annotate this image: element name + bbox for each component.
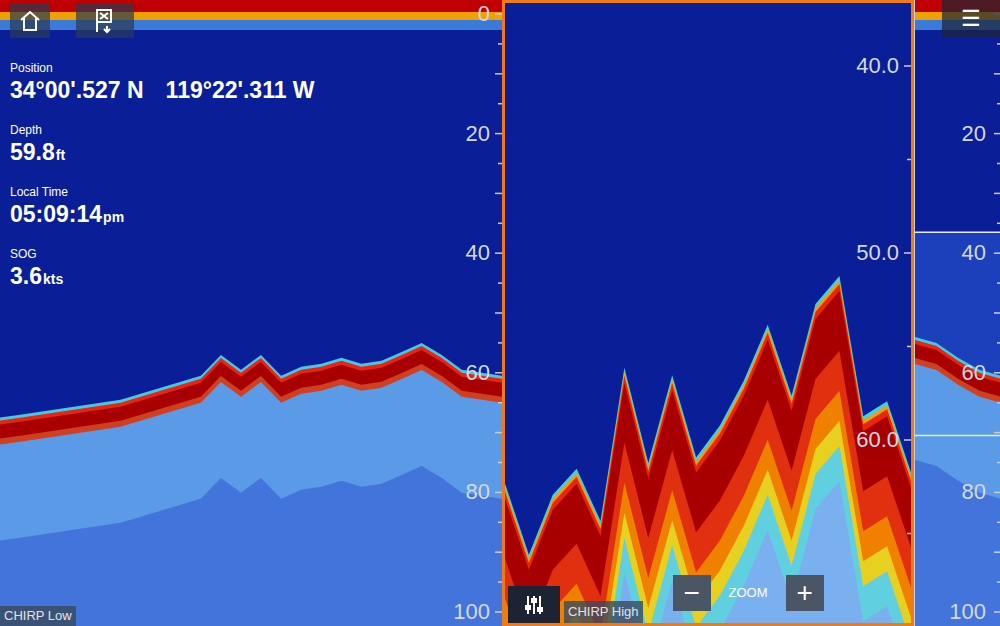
readout-value: 05:09:14 (10, 200, 102, 228)
readout-value: 59.8ft (10, 138, 315, 166)
home-button[interactable] (10, 4, 50, 38)
bottom-profile (0, 343, 502, 626)
readout-value: 34°00'.527 N 119°22'.311 W (10, 76, 315, 104)
depth-label: 80 (962, 480, 986, 504)
sonar-screen: 0 20 40 60 80 100 Position34°00'.527 N 119°22'.… (0, 0, 1000, 626)
depth-label: 60.0 (856, 428, 899, 452)
bottom-profile (915, 337, 1000, 626)
readout-label: Position (10, 60, 315, 76)
depth-label: 80 (466, 480, 490, 504)
depth-label: 0 (478, 2, 490, 26)
readout: Position34°00'.527 N 119°22'.311 W (10, 60, 315, 104)
control-bar: CHIRP High −ZOOM + (508, 575, 824, 623)
sonar-image (915, 0, 1000, 626)
depth-label: 50.0 (856, 241, 899, 265)
menu-button[interactable]: ☰ (942, 0, 1000, 38)
mode-label: CHIRP Low (0, 606, 76, 626)
sonar-image (505, 3, 911, 623)
sliders-icon (522, 593, 546, 617)
depth-label: 100 (453, 600, 490, 624)
waypoint-icon (91, 7, 119, 35)
readout: Depth59.8ft (10, 122, 315, 166)
sonar-panel[interactable]: 20 40 60 80 100 ☰ (914, 0, 1000, 626)
mode-label: CHIRP High (564, 601, 643, 623)
depth-label: 60 (962, 361, 986, 385)
depth-label: 100 (949, 600, 986, 624)
readout-unit: pm (103, 207, 124, 227)
bottom-profile (505, 276, 911, 623)
readouts: Position34°00'.527 N 119°22'.311 W Depth59… (10, 60, 315, 290)
readout-value: 3.6 (10, 262, 42, 290)
home-icon (18, 9, 42, 33)
readout-value: 119°22'.311 W (166, 76, 315, 104)
depth-label: 40 (962, 241, 986, 265)
readout: SOG3.6kts (10, 246, 315, 290)
zoom-label: ZOOM (725, 585, 772, 601)
zoom-out-button[interactable]: − (673, 575, 711, 611)
settings-button[interactable] (508, 586, 560, 623)
depth-label: 60 (466, 361, 490, 385)
readout-label: Local Time (10, 184, 315, 200)
depth-label: 20 (962, 122, 986, 146)
readout-label: Depth (10, 122, 315, 138)
sonar-panel[interactable]: 40.0 50.0 60.0 CHIRP High −ZOOM + (502, 0, 914, 626)
readout-value: 34°00'.527 N (10, 76, 144, 104)
depth-label: 20 (466, 122, 490, 146)
readout-label: SOG (10, 246, 315, 262)
readout: Local Time05:09:14pm (10, 184, 315, 228)
readout-unit: ft (56, 145, 65, 165)
depth-label: 40 (466, 241, 490, 265)
sonar-panel[interactable]: 0 20 40 60 80 100 Position34°00'.527 N 119°22'.… (0, 0, 502, 626)
zoom-controls: −ZOOM + (673, 575, 824, 611)
waypoint-button[interactable] (76, 4, 134, 38)
readout-value: 3.6kts (10, 262, 315, 290)
depth-label: 40.0 (856, 54, 899, 78)
readout-value: 05:09:14pm (10, 200, 315, 228)
readout-unit: kts (43, 269, 63, 289)
readout-value: 59.8 (10, 138, 55, 166)
zoom-in-button[interactable]: + (786, 575, 824, 611)
